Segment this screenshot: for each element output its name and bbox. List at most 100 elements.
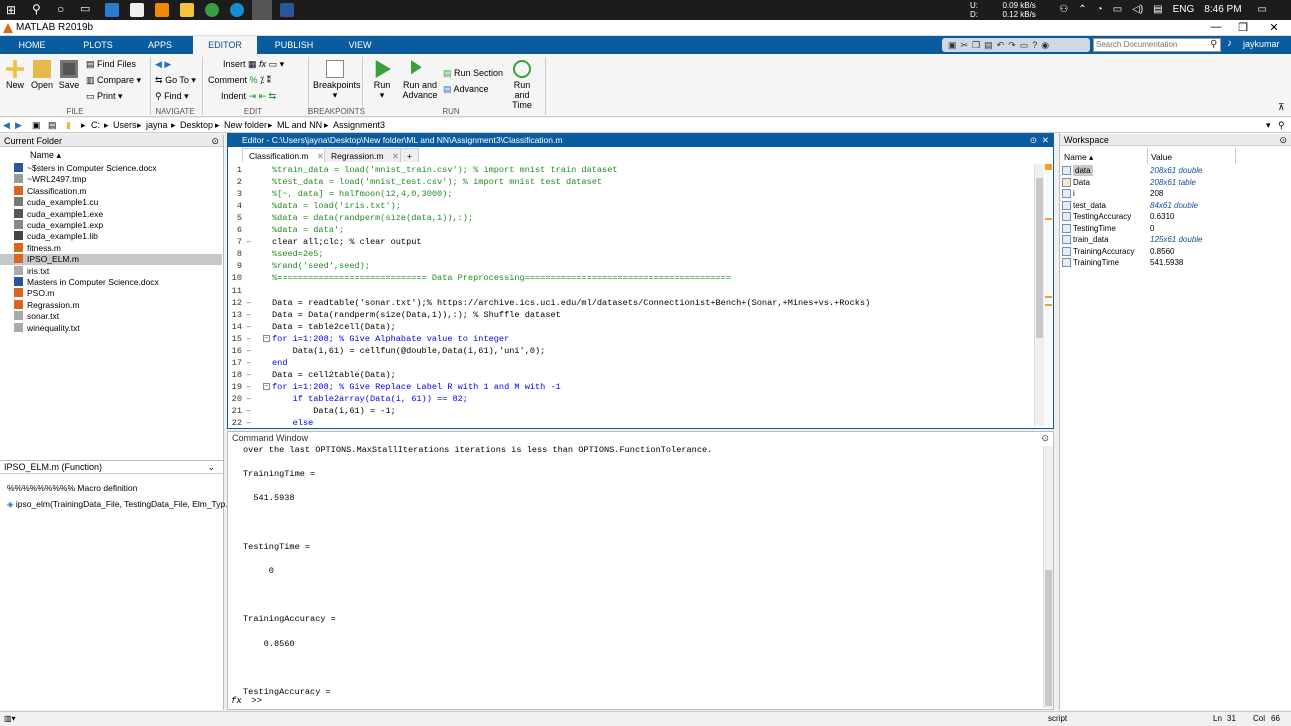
- workspace-variable-row[interactable]: TestingAccuracy 0.6310: [1060, 211, 1291, 222]
- comment-button[interactable]: Comment % ⁒ ⁑: [208, 75, 271, 86]
- code-line[interactable]: 18– Data = cell2table(Data);: [228, 369, 1036, 381]
- breadcrumb-new-folder[interactable]: New folder: [224, 120, 267, 130]
- tab-home[interactable]: HOME: [12, 36, 52, 54]
- breakpoint-marker[interactable]: –: [246, 405, 251, 417]
- column-divider[interactable]: [1235, 148, 1236, 164]
- line-number[interactable]: 5: [228, 212, 242, 224]
- up-folder-icon[interactable]: ▣: [32, 120, 41, 131]
- column-header-name[interactable]: Name ▴: [1064, 152, 1093, 163]
- redo-icon[interactable]: ↷: [1008, 40, 1020, 50]
- breakpoints-button[interactable]: Breakpoints ▾: [313, 60, 361, 100]
- file-list-item[interactable]: winequality.txt: [14, 322, 80, 334]
- find-button[interactable]: ⚲ Find ▾: [155, 91, 189, 102]
- line-number[interactable]: 7: [228, 236, 242, 248]
- warning-marker[interactable]: [1045, 304, 1052, 306]
- tab-editor[interactable]: EDITOR: [193, 36, 257, 54]
- fx-icon[interactable]: fx: [231, 696, 242, 706]
- go-to-button[interactable]: ⇆ Go To ▾: [155, 75, 196, 86]
- warning-marker[interactable]: [1045, 218, 1052, 220]
- line-number[interactable]: 3: [228, 188, 242, 200]
- code-line[interactable]: 21– Data(i,61) = -1;: [228, 405, 1036, 417]
- chevron-down-icon[interactable]: ⌄: [207, 461, 215, 474]
- chrome-icon[interactable]: [205, 3, 219, 17]
- breakpoint-marker[interactable]: –: [246, 417, 251, 429]
- line-number[interactable]: 15: [228, 333, 242, 345]
- code-line[interactable]: 17– end: [228, 357, 1036, 369]
- run-section-button[interactable]: ▤ Run Section: [443, 68, 503, 79]
- vlc-icon[interactable]: [155, 3, 169, 17]
- file-list-item[interactable]: Masters in Computer Science.docx: [14, 277, 159, 288]
- tab-regrassion-m[interactable]: Regrassion.m ✕: [324, 148, 406, 162]
- new-button[interactable]: New: [4, 60, 26, 90]
- tab-plots[interactable]: PLOTS: [78, 36, 118, 54]
- breakpoint-marker[interactable]: –: [246, 345, 251, 357]
- close-tab-icon[interactable]: ✕: [317, 151, 324, 161]
- line-number[interactable]: 11: [228, 285, 242, 297]
- search-documentation-input[interactable]: Search Documentation: [1093, 38, 1221, 52]
- undo-icon[interactable]: ↶: [997, 40, 1009, 50]
- line-number[interactable]: 10: [228, 272, 242, 284]
- code-line[interactable]: 9 %rand('seed',seed);: [228, 260, 1036, 272]
- line-number[interactable]: 6: [228, 224, 242, 236]
- file-list-item[interactable]: fitness.m: [14, 242, 61, 254]
- file-list-item[interactable]: ~WRL2497.tmp: [14, 174, 86, 185]
- scroll-thumb[interactable]: [1045, 570, 1052, 706]
- cortana-icon[interactable]: ○: [57, 2, 64, 16]
- file-list-item[interactable]: cuda_example1.exp: [14, 220, 103, 231]
- editor-menu-icon[interactable]: ⊙: [1030, 134, 1037, 147]
- run-and-advance-button[interactable]: Run and Advance: [402, 60, 438, 100]
- code-line[interactable]: 6 %data = data';: [228, 224, 1036, 236]
- matlab-taskbar-icon[interactable]: [252, 0, 272, 20]
- code-line[interactable]: 7– clear all;clc; % clear output: [228, 236, 1036, 248]
- line-number[interactable]: 1: [228, 164, 242, 176]
- line-number[interactable]: 12: [228, 297, 242, 309]
- line-number[interactable]: 18: [228, 369, 242, 381]
- notification-icon[interactable]: ▭: [1258, 4, 1267, 15]
- column-header-name[interactable]: Name ▴: [30, 150, 61, 161]
- bell-icon[interactable]: ♪: [1227, 38, 1232, 49]
- windows-start-icon[interactable]: ⊞: [6, 3, 16, 17]
- word-icon[interactable]: [280, 3, 294, 17]
- file-list-item[interactable]: cuda_example1.lib: [14, 231, 98, 242]
- panel-menu-icon[interactable]: ⊙: [211, 135, 219, 147]
- help-icon[interactable]: ?: [1032, 40, 1041, 50]
- keyboard-icon[interactable]: ▤: [1153, 4, 1162, 15]
- people-icon[interactable]: ⚇: [1059, 4, 1068, 15]
- paste-icon[interactable]: ▤: [984, 40, 997, 50]
- breadcrumb-ml-and-nn[interactable]: ML and NN: [277, 120, 322, 130]
- code-line[interactable]: 20– if table2array(Data(i, 61)) == 82;: [228, 393, 1036, 405]
- scroll-thumb[interactable]: [1036, 178, 1043, 338]
- breakpoint-marker[interactable]: –: [246, 381, 251, 393]
- save-button[interactable]: Save: [58, 60, 80, 90]
- breakpoint-marker[interactable]: –: [246, 393, 251, 405]
- command-window-menu-icon[interactable]: ⊙: [1041, 432, 1049, 444]
- code-line[interactable]: 2 %test_data = load('mnist_test.csv'); % …: [228, 176, 1036, 188]
- run-and-time-button[interactable]: Run and Time: [505, 60, 539, 110]
- file-list-item[interactable]: PSO.m: [14, 288, 54, 299]
- file-list-item[interactable]: ~$sters in Computer Science.docx: [14, 163, 157, 174]
- line-number[interactable]: 9: [228, 260, 242, 272]
- code-line[interactable]: 22– else: [228, 417, 1036, 429]
- file-list-item[interactable]: Regrassion.m: [14, 299, 79, 311]
- code-line[interactable]: 15– - for i=1:208; % Give Alphabate value …: [228, 333, 1036, 345]
- battery-icon[interactable]: ▭: [1113, 4, 1122, 15]
- breadcrumb-jayna[interactable]: jayna: [146, 120, 168, 130]
- chevron-up-icon[interactable]: ⌃: [1078, 4, 1086, 15]
- workspace-variable-row[interactable]: TrainingAccuracy 0.8560: [1060, 246, 1291, 257]
- details-function-signature[interactable]: ◈ ipso_elm(TrainingData_File, TestingDat…: [7, 499, 232, 510]
- line-number[interactable]: 21: [228, 405, 242, 417]
- back-forward-buttons[interactable]: ◀ ▶: [155, 59, 171, 70]
- print-button[interactable]: ▭ Print ▾: [86, 91, 123, 102]
- code-line[interactable]: 19– - for i=1:208; % Give Replace Label R …: [228, 381, 1036, 393]
- line-number[interactable]: 13: [228, 309, 242, 321]
- language-indicator[interactable]: ENG: [1173, 4, 1195, 15]
- column-header-value[interactable]: Value: [1151, 152, 1172, 162]
- store-icon[interactable]: [130, 3, 144, 17]
- line-number[interactable]: 2: [228, 176, 242, 188]
- task-view-icon[interactable]: ▭: [80, 2, 90, 15]
- minimize-button[interactable]: —: [1206, 21, 1226, 33]
- search-icon[interactable]: ⚲: [1210, 39, 1217, 50]
- line-number[interactable]: 14: [228, 321, 242, 333]
- column-divider[interactable]: [1147, 148, 1148, 164]
- close-window-button[interactable]: ✕: [1264, 21, 1284, 34]
